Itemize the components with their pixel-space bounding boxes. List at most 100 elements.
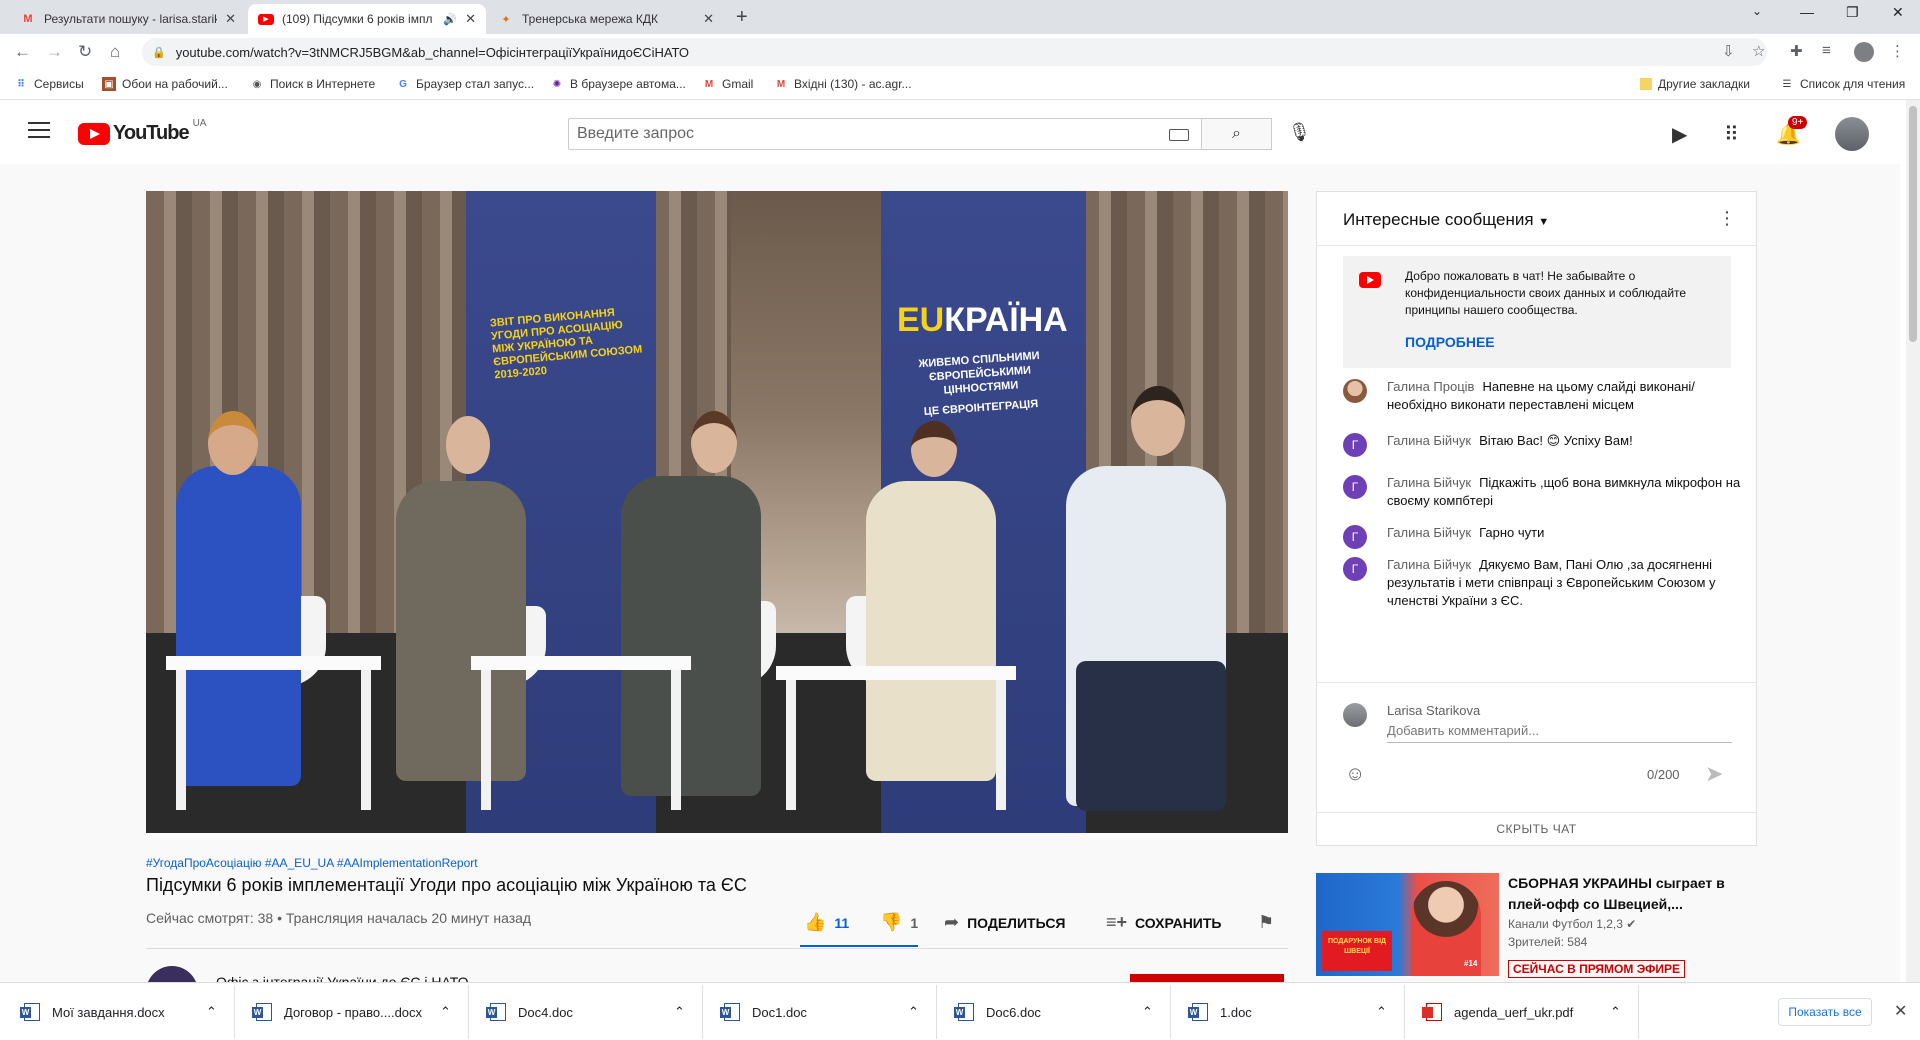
- browser-tab-gmail[interactable]: M Результати пошуку - larisa.stariko ✕: [10, 4, 246, 34]
- download-item[interactable]: Договор - право....docx: [252, 1001, 422, 1023]
- account-avatar[interactable]: [1835, 117, 1869, 151]
- speaker-icon[interactable]: 🔊: [443, 13, 457, 26]
- message-author[interactable]: Галина Бійчук: [1387, 525, 1471, 540]
- browser-tab-youtube[interactable]: ▶ (109) Підсумки 6 років імпл 🔊 ✕: [248, 4, 486, 34]
- search-button[interactable]: ⌕: [1202, 118, 1272, 150]
- media-control-icon[interactable]: ≡: [1822, 42, 1831, 59]
- bookmark-browser-auto[interactable]: ✺ В браузере автома...: [550, 77, 686, 91]
- report-flag-button[interactable]: ⚑: [1258, 912, 1282, 933]
- chat-mode-dropdown[interactable]: Интересные сообщения ▼: [1343, 210, 1549, 230]
- side-table: [471, 656, 691, 670]
- download-item[interactable]: Мої завдання.docx: [20, 1001, 165, 1023]
- save-button[interactable]: ≡+ СОХРАНИТЬ: [1106, 912, 1221, 933]
- emoji-icon[interactable]: ☺: [1345, 763, 1365, 786]
- close-downloads-icon[interactable]: ✕: [1894, 1001, 1907, 1021]
- chevron-up-icon[interactable]: ⌃: [206, 1001, 217, 1023]
- bookmark-wallpapers[interactable]: ▣ Обои на рабочий...: [102, 77, 228, 91]
- search-input[interactable]: Введите запрос: [568, 118, 1202, 150]
- home-icon[interactable]: ⌂: [110, 42, 120, 62]
- recommended-thumbnail[interactable]: ПОДАРУНОК ВІД ШВЕЦІЇ #14: [1316, 873, 1499, 976]
- bookmark-star-icon[interactable]: ☆: [1752, 42, 1765, 60]
- message-author[interactable]: Галина Бійчук: [1387, 475, 1471, 490]
- tab-search-icon[interactable]: ⌄: [1752, 4, 1762, 18]
- scrollbar-thumb[interactable]: [1909, 106, 1917, 342]
- address-bar[interactable]: 🔒 youtube.com/watch?v=3tNMCRJ5BGM&ab_cha…: [142, 38, 1767, 66]
- extensions-icon[interactable]: ✚: [1790, 42, 1803, 60]
- download-item[interactable]: Doc4.doc: [486, 1001, 573, 1023]
- install-app-icon[interactable]: ⇩: [1722, 42, 1735, 60]
- recommended-channel[interactable]: Канали Футбол 1,2,3 ✔: [1508, 917, 1636, 931]
- hide-chat-button[interactable]: СКРЫТЬ ЧАТ: [1317, 812, 1756, 845]
- message-author[interactable]: Галина Проців: [1387, 379, 1474, 394]
- microphone-icon[interactable]: 🎙: [1288, 122, 1311, 143]
- browser-toolbar: ← → ↻ ⌂ 🔒 youtube.com/watch?v=3tNMCRJ5BG…: [0, 34, 1920, 70]
- author-avatar[interactable]: Г: [1343, 433, 1367, 457]
- close-tab-icon[interactable]: ✕: [703, 11, 714, 27]
- download-separator: [702, 985, 703, 1039]
- word-file-icon: [20, 1003, 40, 1021]
- chevron-up-icon[interactable]: ⌃: [440, 1001, 451, 1023]
- current-user-name: Larisa Starikova: [1387, 703, 1481, 718]
- author-avatar[interactable]: Г: [1343, 525, 1367, 549]
- reading-list[interactable]: ☰ Список для чтения: [1780, 77, 1906, 91]
- download-item[interactable]: Doc1.doc: [720, 1001, 807, 1023]
- browser-tab-kdk[interactable]: ✦ Тренерська мережа КДК ✕: [488, 4, 724, 34]
- other-bookmarks[interactable]: Другие закладки: [1640, 77, 1750, 91]
- download-item[interactable]: 1.doc: [1188, 1001, 1252, 1023]
- profile-avatar[interactable]: [1854, 42, 1874, 62]
- subscribe-button[interactable]: [1130, 974, 1284, 982]
- bookmark-gmail[interactable]: M Gmail: [702, 77, 754, 91]
- chevron-up-icon[interactable]: ⌃: [908, 1001, 919, 1023]
- new-tab-button[interactable]: +: [736, 6, 748, 29]
- chevron-up-icon[interactable]: ⌃: [1376, 1001, 1387, 1023]
- forward-arrow-icon[interactable]: →: [46, 42, 63, 62]
- lock-icon[interactable]: 🔒: [152, 46, 166, 59]
- show-all-downloads-button[interactable]: Показать все: [1778, 998, 1872, 1026]
- bookmark-browser-started[interactable]: G Браузер стал запус...: [396, 77, 534, 91]
- message-author[interactable]: Галина Бійчук: [1387, 557, 1471, 572]
- close-tab-icon[interactable]: ✕: [465, 11, 476, 27]
- back-arrow-icon[interactable]: ←: [14, 42, 31, 62]
- video-hashtags[interactable]: #УгодаПроАсоціацію #AA_EU_UA #AAImplemen…: [146, 856, 478, 870]
- learn-more-link[interactable]: ПОДРОБНЕЕ: [1405, 334, 1495, 350]
- author-avatar[interactable]: Г: [1343, 475, 1367, 499]
- bookmark-services[interactable]: ⠿ Сервисы: [14, 77, 84, 91]
- recommended-title[interactable]: СБОРНАЯ УКРАИНЫ сыграет в плей-офф со Шв…: [1508, 873, 1738, 915]
- live-badge: СЕЙЧАС В ПРЯМОМ ЭФИРЕ: [1508, 960, 1685, 978]
- chevron-up-icon[interactable]: ⌃: [674, 1001, 685, 1023]
- youtube-logo[interactable]: YouTube UA: [78, 118, 206, 145]
- bookmark-internet-search[interactable]: ◉ Поиск в Интернете: [250, 77, 376, 91]
- author-avatar[interactable]: Г: [1343, 557, 1367, 581]
- message-author[interactable]: Галина Бійчук: [1387, 433, 1471, 448]
- download-separator: [1638, 985, 1639, 1039]
- minimize-button[interactable]: —: [1800, 4, 1814, 20]
- comment-input[interactable]: Добавить комментарий...: [1387, 723, 1732, 743]
- more-vertical-icon[interactable]: ⋮: [1718, 208, 1736, 229]
- apps-grid-icon[interactable]: ⠿: [1724, 122, 1739, 147]
- caret-down-icon: ▼: [1538, 216, 1550, 228]
- chevron-up-icon[interactable]: ⌃: [1610, 1001, 1621, 1023]
- like-button[interactable]: 👍 11: [804, 912, 849, 933]
- close-window-button[interactable]: ✕: [1892, 4, 1904, 21]
- bookmark-inbox[interactable]: M Вхідні (130) - ac.agr...: [774, 77, 912, 91]
- reload-icon[interactable]: ↻: [78, 42, 92, 62]
- share-button[interactable]: ➦ ПОДЕЛИТЬСЯ: [944, 912, 1066, 933]
- download-item[interactable]: agenda_uerf_ukr.pdf: [1422, 1001, 1573, 1023]
- page-scrollbar[interactable]: [1906, 100, 1920, 982]
- browser-menu-icon[interactable]: ⋮: [1890, 42, 1905, 60]
- keyboard-icon[interactable]: [1169, 129, 1189, 141]
- menu-icon[interactable]: [28, 122, 50, 138]
- create-video-icon[interactable]: ▶: [1672, 122, 1687, 147]
- download-separator: [234, 985, 235, 1039]
- bookmark-label: Вхідні (130) - ac.agr...: [794, 77, 912, 91]
- table-leg: [671, 670, 681, 810]
- chevron-up-icon[interactable]: ⌃: [1142, 1001, 1153, 1023]
- dislike-button[interactable]: 👎 1: [880, 912, 918, 933]
- download-item[interactable]: Doc6.doc: [954, 1001, 1041, 1023]
- send-icon[interactable]: ➤: [1705, 761, 1723, 787]
- word-file-icon: [1188, 1003, 1208, 1021]
- close-tab-icon[interactable]: ✕: [225, 11, 236, 27]
- video-player[interactable]: ЗВІТ ПРО ВИКОНАННЯ УГОДИ ПРО АСОЦІАЦІЮ М…: [146, 191, 1288, 833]
- author-avatar[interactable]: [1343, 379, 1367, 403]
- maximize-button[interactable]: ❐: [1846, 4, 1859, 21]
